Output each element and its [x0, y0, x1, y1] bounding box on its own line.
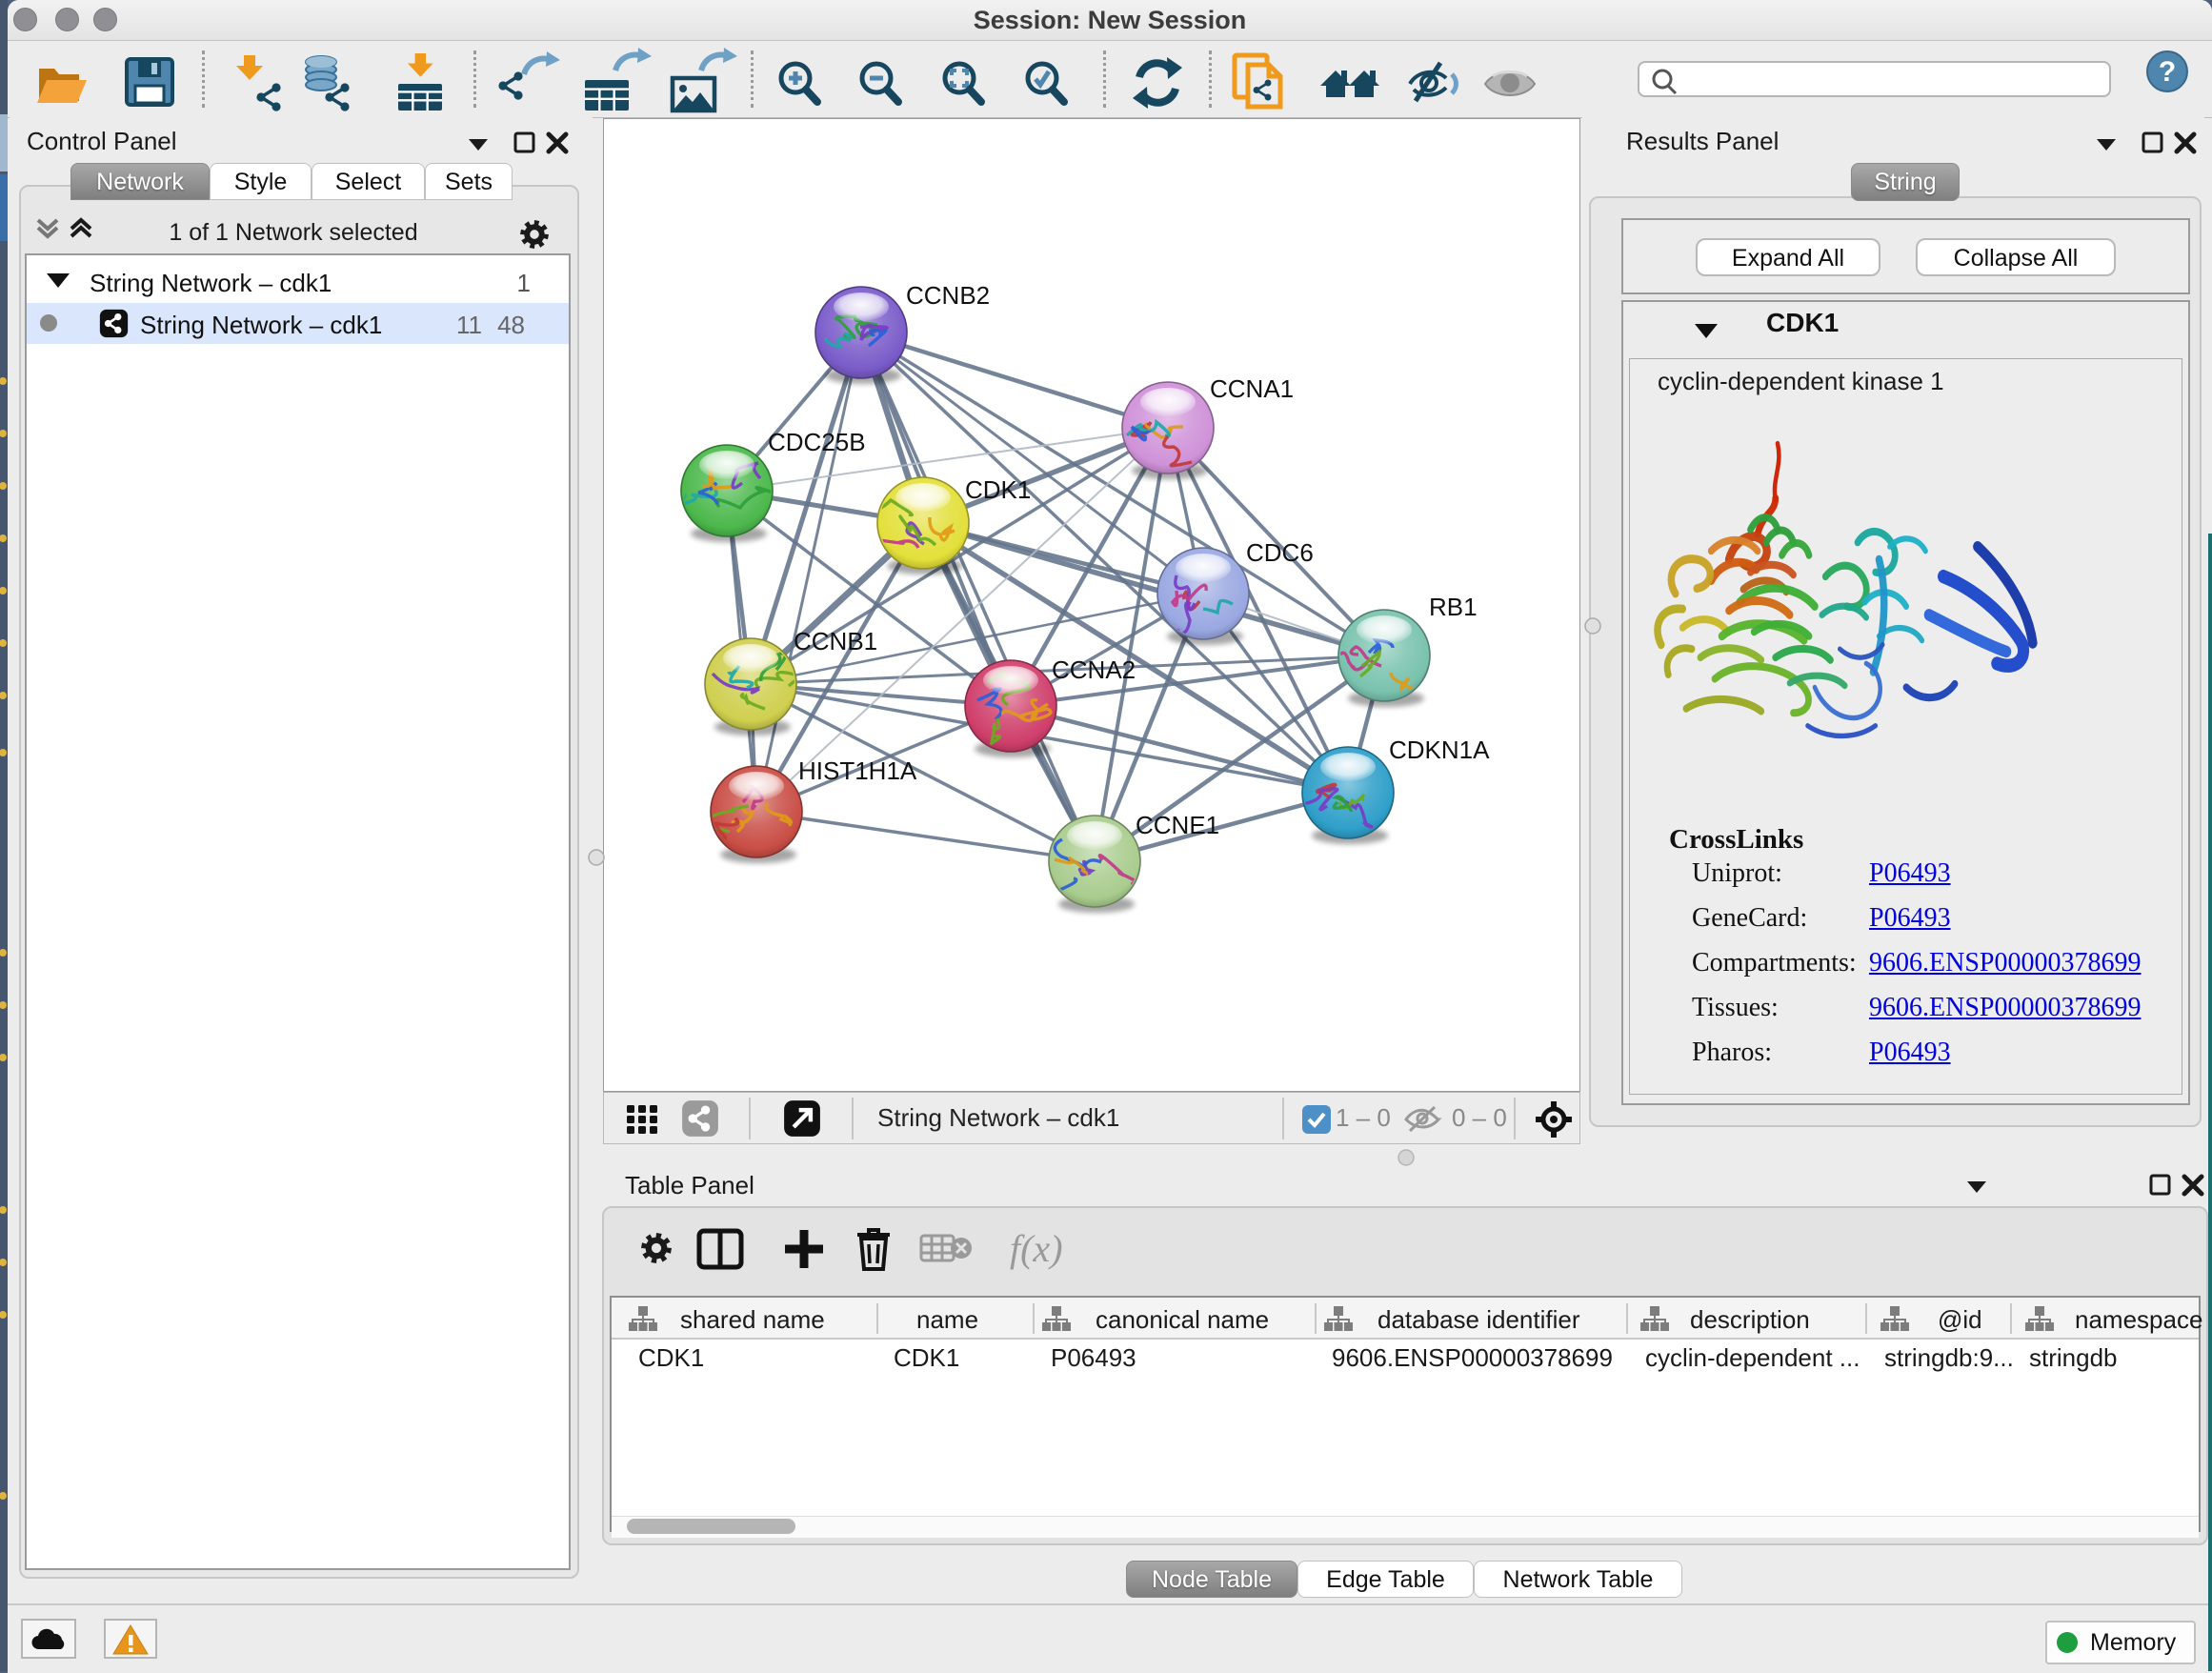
svg-text:CCNB1: CCNB1 [794, 627, 877, 655]
svg-text:CCNA1: CCNA1 [1210, 374, 1294, 403]
svg-text:CCNE1: CCNE1 [1136, 811, 1219, 839]
svg-text:CDC25B: CDC25B [768, 428, 866, 456]
svg-text:RB1: RB1 [1429, 593, 1478, 621]
svg-text:CCNB2: CCNB2 [906, 281, 990, 310]
svg-text:CCNA2: CCNA2 [1052, 655, 1136, 684]
svg-text:HIST1H1A: HIST1H1A [798, 756, 917, 785]
svg-text:CDC6: CDC6 [1246, 538, 1314, 567]
svg-text:CDK1: CDK1 [965, 475, 1031, 504]
svg-text:CDKN1A: CDKN1A [1389, 736, 1490, 764]
